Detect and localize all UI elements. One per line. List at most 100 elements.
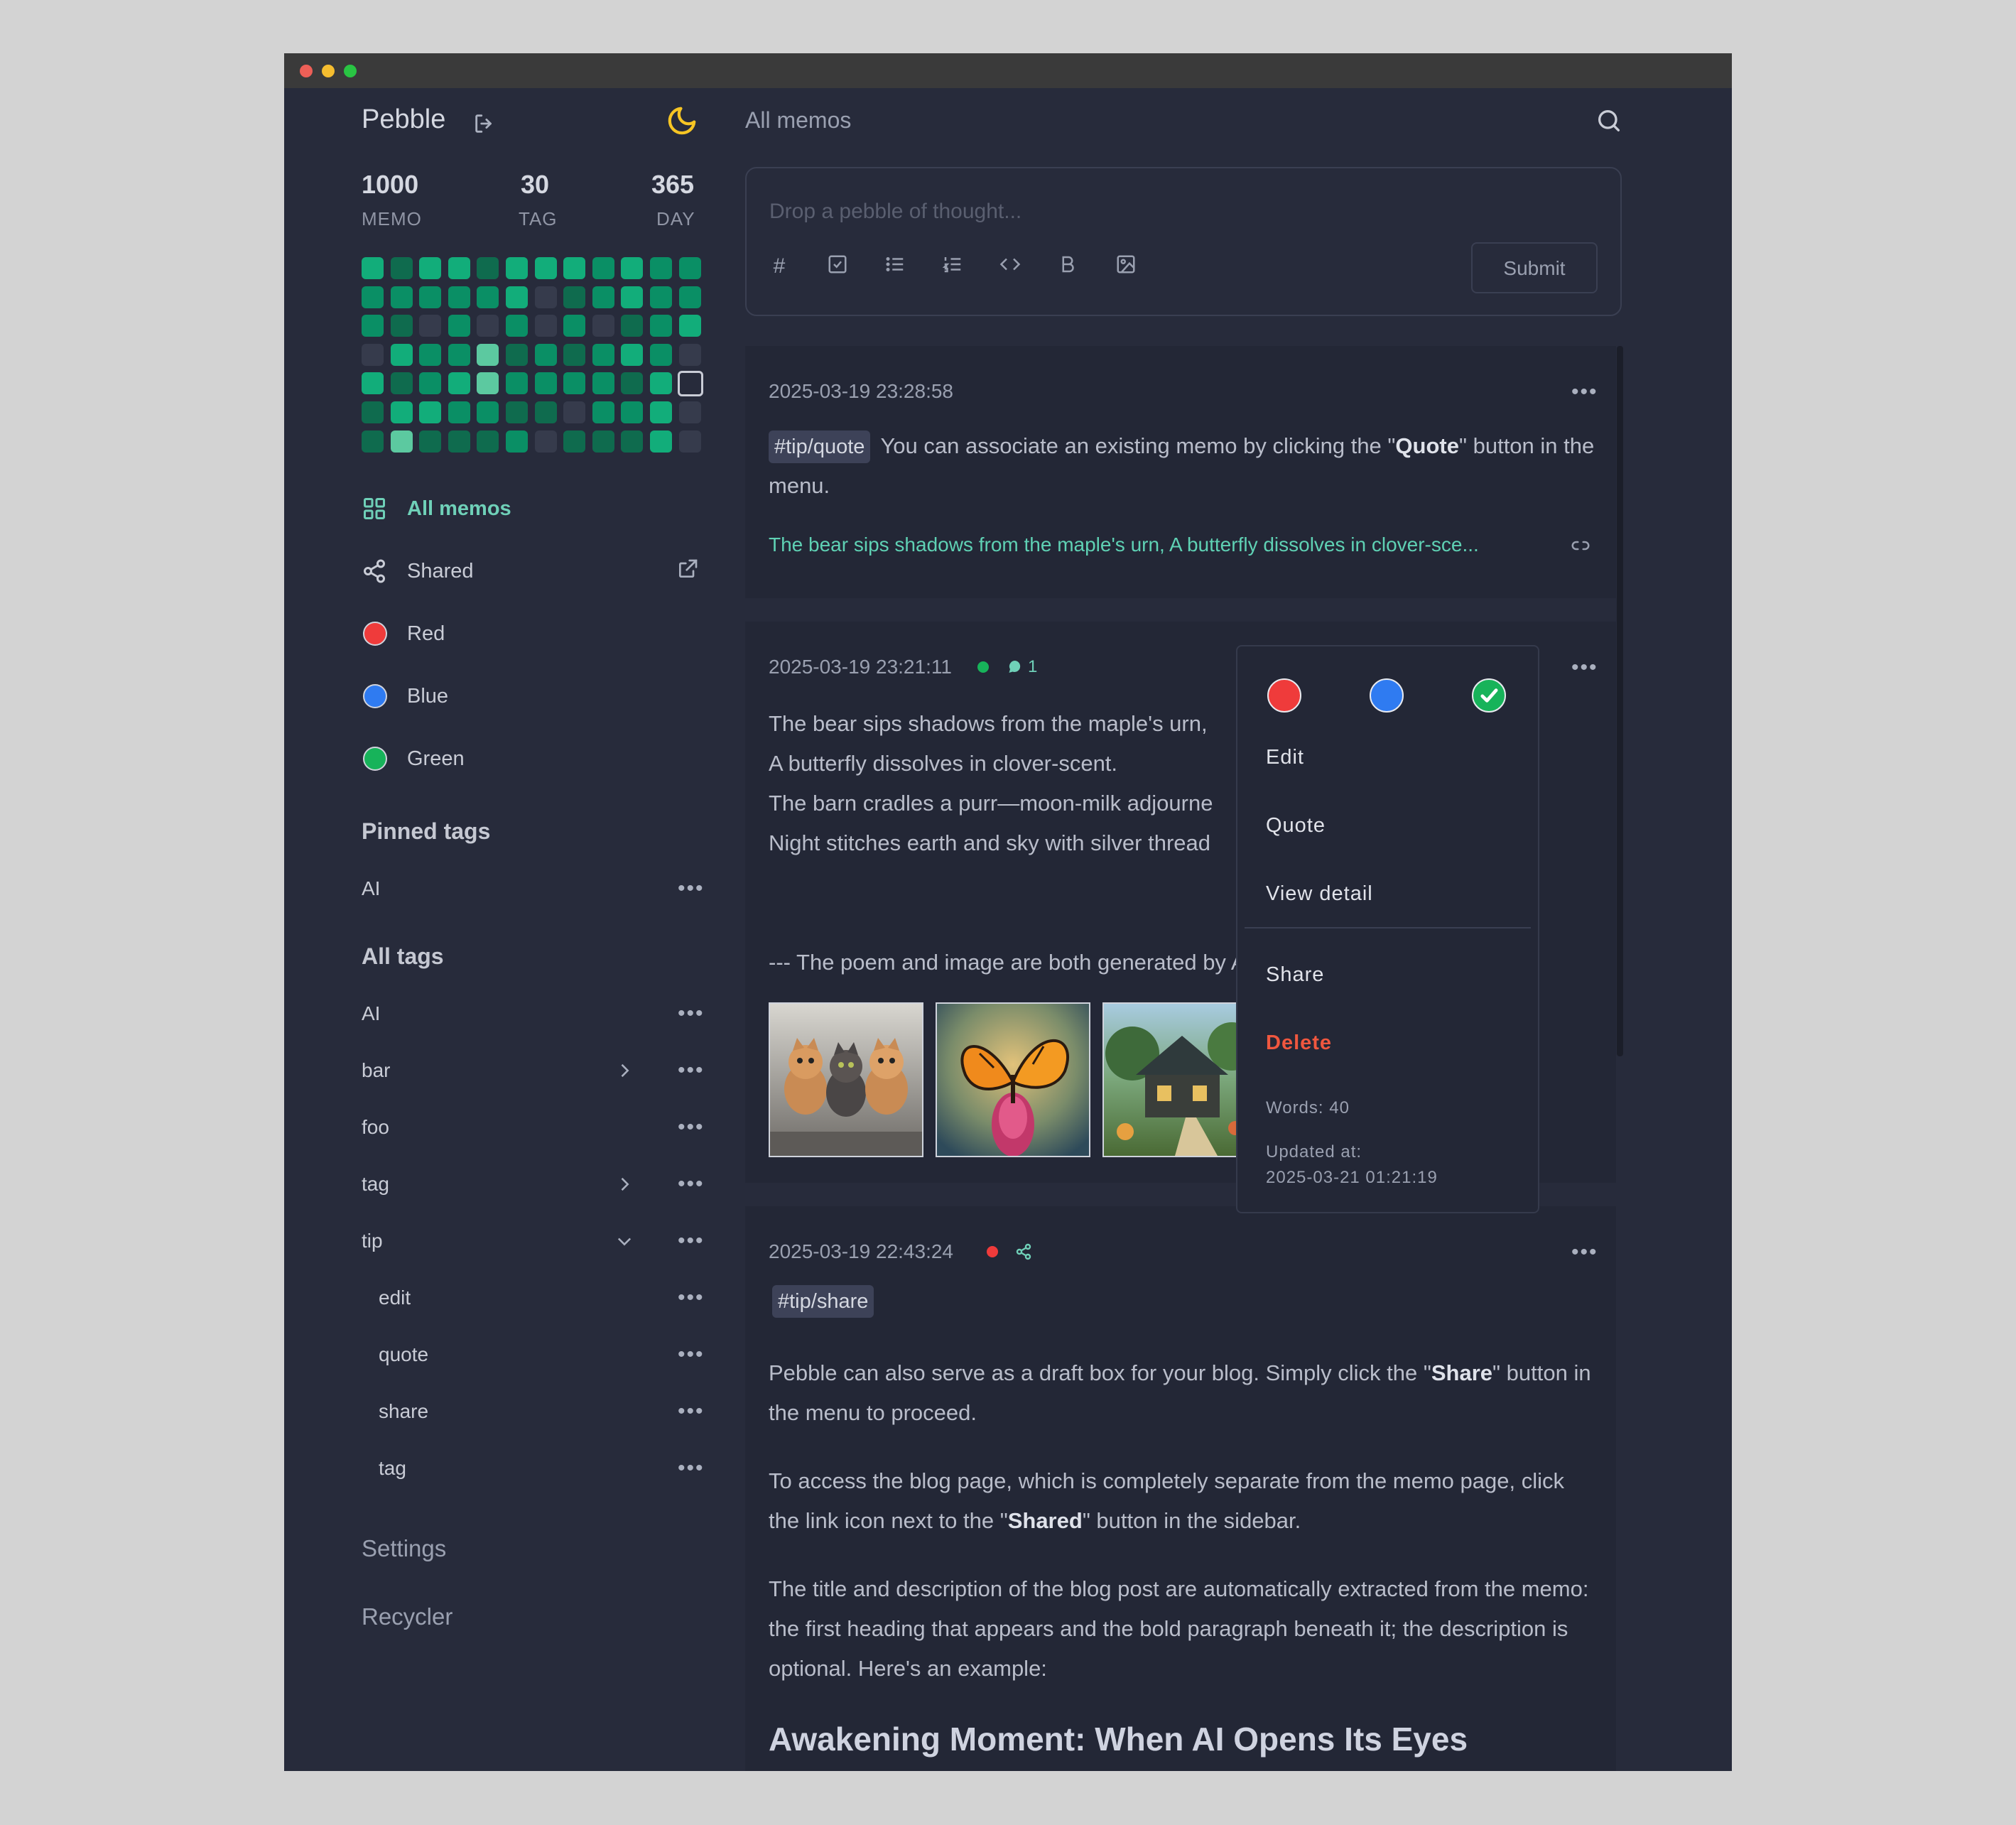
heatmap-cell[interactable] — [477, 315, 499, 337]
menu-share[interactable]: Share — [1266, 963, 1324, 987]
heatmap-cell[interactable] — [390, 372, 413, 395]
heatmap-cell[interactable] — [678, 401, 701, 423]
heatmap-cell[interactable] — [534, 315, 557, 337]
settings-link[interactable]: Settings — [362, 1535, 446, 1562]
menu-edit[interactable]: Edit — [1266, 746, 1304, 769]
heatmap-cell[interactable] — [534, 343, 557, 366]
heatmap-cell[interactable] — [419, 286, 442, 308]
memo-editor[interactable]: Drop a pebble of thought... # Submit — [745, 167, 1622, 316]
heatmap-cell[interactable] — [419, 315, 442, 337]
heatmap-cell[interactable] — [448, 286, 470, 308]
tag-bar[interactable]: bar — [362, 1059, 390, 1082]
heatmap-cell[interactable] — [477, 257, 499, 279]
heatmap-cell[interactable] — [621, 372, 644, 395]
heatmap-cell[interactable] — [390, 286, 413, 308]
quoted-memo-link[interactable]: The bear sips shadows from the maple's u… — [769, 534, 1479, 556]
heatmap-cell[interactable] — [362, 257, 384, 279]
heatmap-cell[interactable] — [362, 401, 384, 423]
heatmap-cell[interactable] — [390, 343, 413, 366]
menu-green-color-option[interactable] — [1472, 678, 1506, 713]
pinned-tag-ai[interactable]: AI — [362, 877, 380, 900]
heatmap-cell[interactable] — [678, 343, 701, 366]
bullet-list-icon[interactable] — [882, 254, 908, 279]
image-icon[interactable] — [1113, 254, 1139, 279]
heatmap-cell[interactable] — [506, 430, 528, 453]
heatmap-cell[interactable] — [677, 371, 703, 397]
heatmap-cell[interactable] — [563, 430, 586, 453]
heatmap-cell[interactable] — [621, 343, 644, 366]
nav-blue[interactable]: Blue — [407, 685, 448, 708]
external-link-icon[interactable] — [676, 558, 699, 584]
heatmap-cell[interactable] — [419, 430, 442, 453]
tag-tip-edit[interactable]: edit — [379, 1287, 411, 1309]
memo-more-icon[interactable]: ••• — [1571, 657, 1598, 678]
menu-quote[interactable]: Quote — [1266, 814, 1326, 838]
heatmap-cell[interactable] — [592, 286, 614, 308]
heatmap-cell[interactable] — [621, 257, 644, 279]
heatmap-cell[interactable] — [650, 401, 672, 423]
editor-placeholder[interactable]: Drop a pebble of thought... — [769, 200, 1021, 224]
heatmap-cell[interactable] — [448, 257, 470, 279]
tag-ai-more-icon[interactable]: ••• — [678, 1003, 705, 1024]
hashtag-icon[interactable]: # — [766, 254, 792, 279]
heatmap-cell[interactable] — [362, 343, 384, 366]
heatmap-cell[interactable] — [534, 372, 557, 395]
memo-more-icon[interactable]: ••• — [1571, 1242, 1598, 1263]
heatmap-cell[interactable] — [592, 343, 614, 366]
tag-tip-tag-more-icon[interactable]: ••• — [678, 1458, 705, 1479]
heatmap-cell[interactable] — [650, 315, 672, 337]
link-icon[interactable] — [1568, 535, 1593, 560]
nav-green[interactable]: Green — [407, 747, 465, 771]
heatmap-cell[interactable] — [563, 343, 586, 366]
memo-tag[interactable]: #tip/quote — [769, 430, 871, 463]
tag-tip-quote-more-icon[interactable]: ••• — [678, 1344, 705, 1365]
heatmap-cell[interactable] — [650, 257, 672, 279]
tag-tip-share[interactable]: share — [379, 1400, 428, 1423]
heatmap-cell[interactable] — [592, 257, 614, 279]
heatmap-cell[interactable] — [448, 401, 470, 423]
scrollbar[interactable] — [1617, 346, 1623, 1056]
dark-mode-moon-icon[interactable] — [666, 104, 698, 141]
tag-foo[interactable]: foo — [362, 1116, 389, 1139]
tag-tip-edit-more-icon[interactable]: ••• — [678, 1287, 705, 1309]
heatmap-cell[interactable] — [506, 257, 528, 279]
menu-view-detail[interactable]: View detail — [1266, 882, 1373, 906]
heatmap-cell[interactable] — [563, 286, 586, 308]
tag-tip-more-icon[interactable]: ••• — [678, 1230, 705, 1252]
tag-tag-more-icon[interactable]: ••• — [678, 1174, 705, 1195]
nav-all-memos[interactable]: All memos — [407, 497, 511, 521]
heatmap-cell[interactable] — [563, 401, 586, 423]
heatmap-cell[interactable] — [534, 286, 557, 308]
heatmap-cell[interactable] — [621, 401, 644, 423]
memo-image-butterfly[interactable] — [936, 1002, 1090, 1157]
heatmap-cell[interactable] — [534, 401, 557, 423]
heatmap-cell[interactable] — [678, 430, 701, 453]
heatmap-cell[interactable] — [650, 430, 672, 453]
heatmap-cell[interactable] — [362, 286, 384, 308]
heatmap-cell[interactable] — [390, 401, 413, 423]
memo-image-cottage[interactable] — [1102, 1002, 1245, 1157]
heatmap-cell[interactable] — [563, 315, 586, 337]
logout-icon[interactable] — [472, 112, 497, 139]
tag-foo-more-icon[interactable]: ••• — [678, 1117, 705, 1138]
memo-tag[interactable]: #tip/share — [772, 1285, 874, 1318]
heatmap-cell[interactable] — [419, 257, 442, 279]
heatmap-cell[interactable] — [650, 372, 672, 395]
heatmap-cell[interactable] — [477, 343, 499, 366]
tag-tag[interactable]: tag — [362, 1173, 389, 1196]
heatmap-cell[interactable] — [678, 315, 701, 337]
heatmap-cell[interactable] — [448, 372, 470, 395]
chevron-down-icon[interactable] — [614, 1231, 634, 1255]
heatmap-cell[interactable] — [448, 343, 470, 366]
heatmap-cell[interactable] — [534, 257, 557, 279]
heatmap-cell[interactable] — [390, 315, 413, 337]
heatmap-cell[interactable] — [592, 315, 614, 337]
heatmap-cell[interactable] — [592, 401, 614, 423]
heatmap-cell[interactable] — [362, 315, 384, 337]
menu-blue-color-option[interactable] — [1370, 678, 1404, 713]
heatmap-cell[interactable] — [390, 430, 413, 453]
heatmap-cell[interactable] — [390, 257, 413, 279]
heatmap-cell[interactable] — [592, 430, 614, 453]
heatmap-cell[interactable] — [650, 286, 672, 308]
heatmap-cell[interactable] — [477, 286, 499, 308]
